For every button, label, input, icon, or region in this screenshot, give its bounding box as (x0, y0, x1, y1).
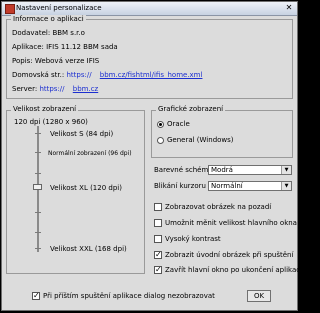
size-label-xxl: Velikost XXL (168 dpi) (50, 245, 127, 253)
checkbox-splash-image[interactable] (154, 250, 162, 259)
slider-tick (35, 212, 41, 213)
size-label-xl: Velikost XL (120 dpi) (50, 184, 122, 192)
supplier-label: Dodavatel: (12, 29, 51, 37)
checkbox-background-image[interactable] (154, 203, 162, 211)
size-label-normal: Normální zobrazení (96 dpi) (48, 150, 132, 157)
slider-tick (35, 152, 41, 153)
cursor-select[interactable]: Normální ▼ (208, 181, 292, 191)
check-dont-show-startup[interactable]: Při příštím spuštění aplikace dialog nez… (32, 291, 215, 300)
info-row-server: Server: https:// bbm.cz (12, 85, 98, 93)
info-row-supplier: Dodavatel: BBM s.r.o (12, 29, 85, 37)
checkbox-resize-window[interactable] (154, 219, 162, 227)
info-row-homepage: Domovská str.: https:// bbm.cz/fishtml/i… (12, 71, 202, 79)
chevron-down-icon[interactable]: ▼ (281, 182, 291, 190)
cursor-value: Normální (211, 182, 243, 190)
radio-oracle-indicator[interactable] (157, 120, 164, 128)
check-label: Zavřít hlavní okno po ukončení aplikace (165, 266, 305, 274)
server-link[interactable]: bbm.cz (73, 85, 98, 93)
check-close-main-window[interactable]: Zavřít hlavní okno po ukončení aplikace (154, 265, 305, 274)
check-label: Vysoký kontrast (165, 235, 221, 243)
radio-general-indicator[interactable] (157, 136, 164, 144)
server-scheme: https:// (39, 85, 65, 93)
scheme-value: Modrá (211, 166, 233, 174)
settings-dialog: Nastavení personalizace ✕ Informace o ap… (1, 1, 304, 311)
slider-tick (35, 133, 41, 134)
check-label: Zobrazit úvodní obrázek při spuštění (165, 251, 294, 259)
size-current-resolution: 120 dpi (1280 x 960) (14, 118, 88, 126)
radio-oracle-label: Oracle (167, 120, 190, 128)
graphic-panel (151, 110, 293, 158)
close-icon[interactable]: ✕ (284, 3, 294, 13)
supplier-value: BBM s.r.o (52, 29, 85, 37)
slider-tick (35, 248, 41, 249)
radio-general-label: General (Windows) (167, 136, 234, 144)
check-high-contrast[interactable]: Vysoký kontrast (154, 235, 221, 243)
check-resize-window[interactable]: Umožnit měnit velikost hlavního okna (154, 219, 297, 227)
radio-general[interactable]: General (Windows) (157, 136, 234, 144)
graphic-legend: Grafické zobrazení (156, 105, 226, 113)
app-info-legend: Informace o aplikaci (11, 15, 86, 23)
homepage-link[interactable]: bbm.cz/fishtml/ifis_home.xml (100, 71, 203, 79)
scheme-label: Barevné schéma (154, 166, 213, 174)
checkbox-close-main-window[interactable] (154, 265, 162, 274)
application-label: Aplikace: (12, 43, 44, 51)
ok-button[interactable]: OK (247, 290, 271, 302)
scheme-select[interactable]: Modrá ▼ (208, 165, 292, 175)
window-title: Nastavení personalizace (16, 4, 102, 12)
size-legend: Velikost zobrazení (11, 105, 79, 113)
description-label: Popis: (12, 57, 33, 65)
chevron-down-icon[interactable]: ▼ (281, 166, 291, 174)
description-value: Webová verze IFIS (34, 57, 100, 65)
checkbox-dont-show-startup[interactable] (32, 291, 40, 300)
info-row-application: Aplikace: IFIS 11.12 BBM sada (12, 43, 118, 51)
size-label-s: Velikost S (84 dpi) (50, 130, 114, 138)
size-slider-thumb[interactable] (33, 184, 42, 190)
check-splash-image[interactable]: Zobrazit úvodní obrázek při spuštění (154, 250, 294, 259)
check-label: Zobrazovat obrázek na pozadí (165, 203, 272, 211)
radio-oracle[interactable]: Oracle (157, 120, 190, 128)
info-row-description: Popis: Webová verze IFIS (12, 57, 99, 65)
check-label: Umožnit měnit velikost hlavního okna (165, 219, 297, 227)
checkbox-high-contrast[interactable] (154, 235, 162, 243)
app-icon (5, 4, 15, 14)
title-bar[interactable]: Nastavení personalizace ✕ (2, 2, 297, 16)
homepage-label: Domovská str.: (12, 71, 65, 79)
slider-tick (35, 232, 41, 233)
homepage-scheme: https:// (66, 71, 92, 79)
cursor-label: Blikání kurzoru (154, 182, 206, 190)
slider-tick (35, 173, 41, 174)
dont-show-startup-label: Při příštím spuštění aplikace dialog nez… (43, 292, 215, 300)
server-label: Server: (12, 85, 38, 93)
application-value: IFIS 11.12 BBM sada (46, 43, 118, 51)
check-background-image[interactable]: Zobrazovat obrázek na pozadí (154, 203, 271, 211)
